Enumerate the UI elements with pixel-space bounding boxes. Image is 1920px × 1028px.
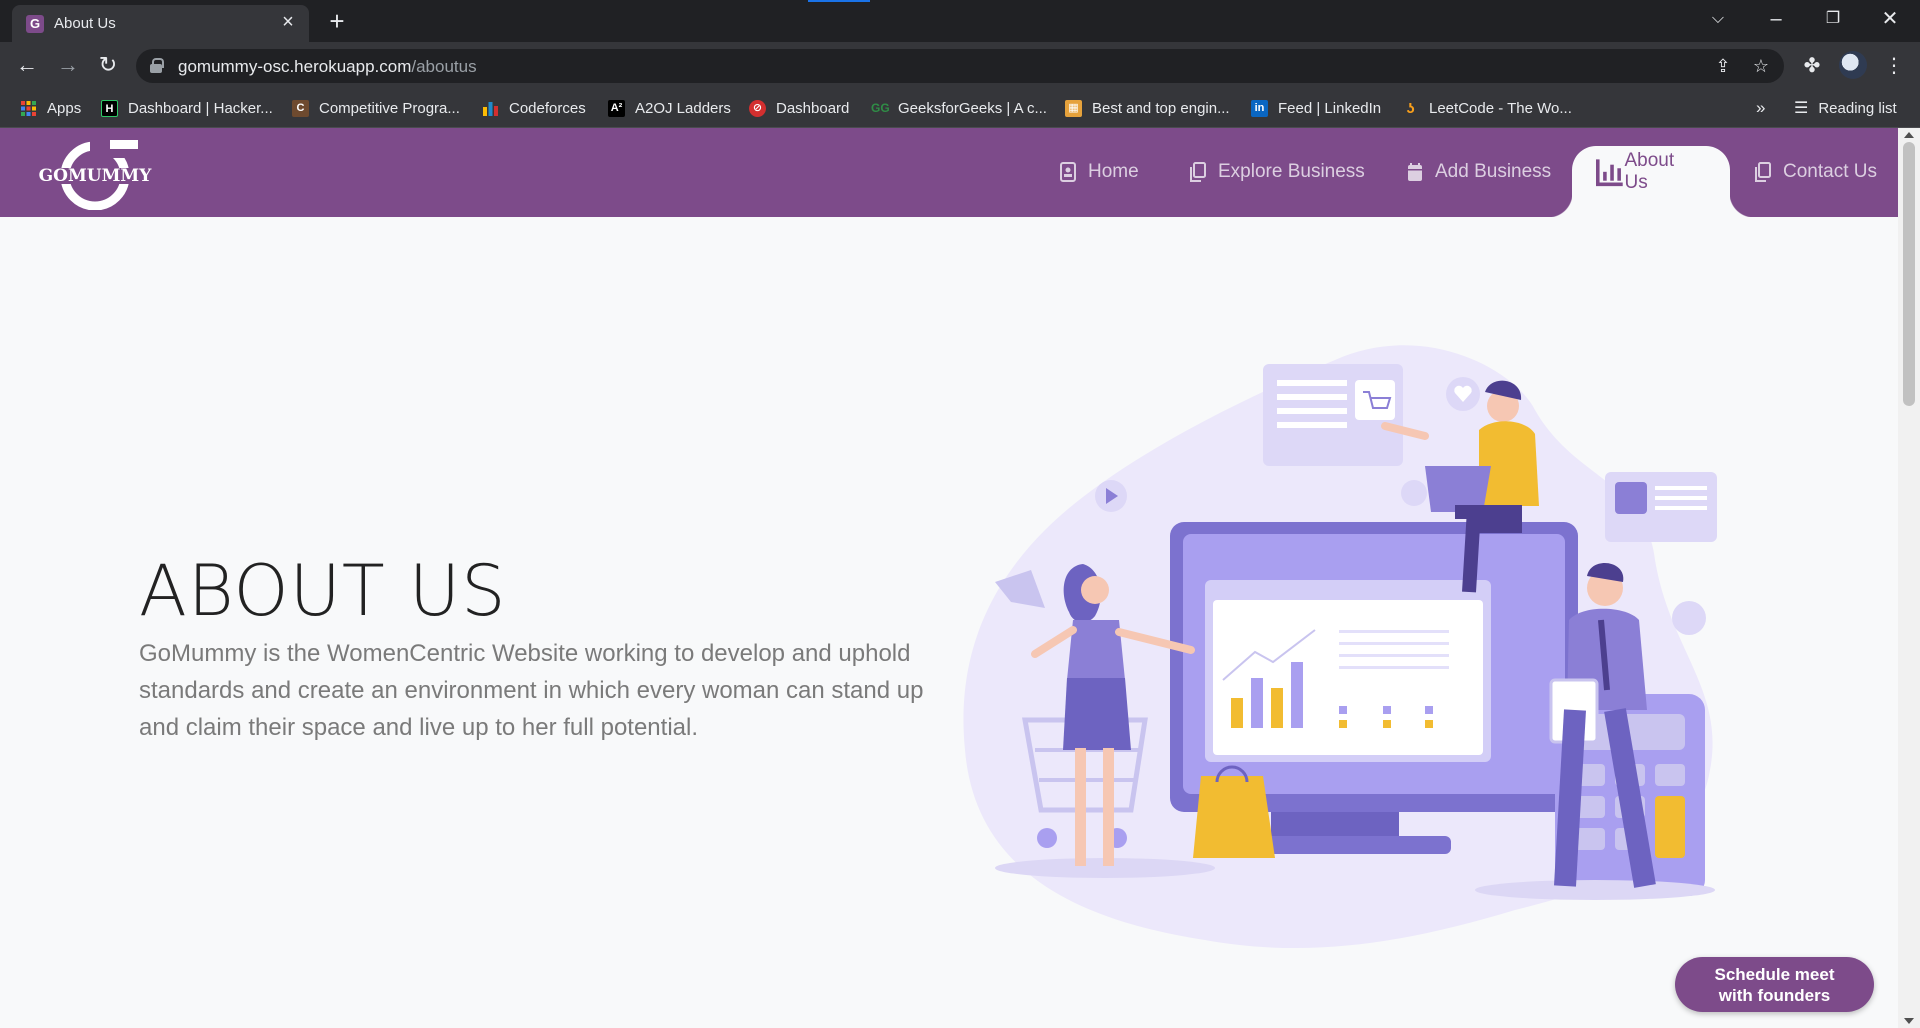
scroll-down-icon[interactable] [1904, 1018, 1914, 1024]
nav-home[interactable]: Home [1060, 146, 1139, 198]
copy-icon [1755, 162, 1771, 182]
minimize-button[interactable]: – [1748, 0, 1804, 42]
about-description: GoMummy is the WomenCentric Website work… [139, 640, 924, 741]
dashboard-icon: ⊘ [749, 99, 766, 117]
bookmark-label: Codeforces [509, 99, 586, 117]
home-icon [1060, 162, 1076, 182]
url-text: gomummy-osc.herokuapp.com/aboutus [178, 57, 477, 76]
bookmarks-bar: Apps H Dashboard | Hacker... C Competiti… [0, 89, 1920, 128]
engineering-icon: ▦ [1065, 99, 1082, 117]
bookmark-label: GeeksforGeeks | A c... [898, 99, 1047, 117]
bookmark-label: A2OJ Ladders [635, 99, 731, 117]
chart-icon [1596, 159, 1623, 187]
calendar-icon [1408, 163, 1422, 181]
address-bar[interactable]: gomummy-osc.herokuapp.com/aboutus ⇪ ☆ [136, 49, 1784, 83]
restore-button[interactable]: ❐ [1805, 0, 1861, 42]
schedule-meet-line1: Schedule meet [1714, 965, 1835, 984]
bookmark-dashboard[interactable]: ⊘ Dashboard [749, 89, 849, 127]
nav-explore-business[interactable]: Explore Business [1190, 146, 1365, 198]
tab-search-icon[interactable]: ⌵ [1690, 0, 1746, 42]
browser-titlebar: G About Us × + ⌵ – ❐ ✕ [0, 0, 1920, 42]
bookmark-label: Competitive Progra... [319, 99, 460, 117]
ecommerce-illustration [963, 345, 1717, 949]
loading-indicator [808, 0, 870, 2]
bookmark-hackerrank[interactable]: H Dashboard | Hacker... [101, 89, 273, 127]
lock-icon[interactable] [150, 58, 164, 73]
menu-icon[interactable]: ⋮ [1878, 50, 1910, 82]
hackerrank-icon: H [101, 99, 118, 117]
bookmark-codechef[interactable]: C Competitive Progra... [292, 89, 460, 127]
back-button[interactable]: ← [11, 50, 43, 82]
close-window-button[interactable]: ✕ [1862, 0, 1918, 42]
new-tab-button[interactable]: + [322, 7, 352, 37]
bookmark-label: Feed | LinkedIn [1278, 99, 1382, 117]
bookmark-label: Best and top engin... [1092, 99, 1230, 117]
forward-button[interactable]: → [52, 50, 84, 82]
bookmarks-overflow-button[interactable]: » [1756, 89, 1765, 127]
apps-grid-icon [21, 100, 36, 116]
site-favicon-icon: G [26, 15, 44, 33]
nav-label: Add Business [1435, 161, 1552, 182]
bookmark-codeforces[interactable]: Codeforces [482, 89, 586, 127]
nav-add-business[interactable]: Add Business [1407, 146, 1551, 198]
tab-title: About Us [54, 15, 116, 32]
bookmark-geeksforgeeks[interactable]: GG GeeksforGeeks | A c... [871, 89, 1047, 127]
reading-list-label: Reading list [1818, 99, 1897, 117]
browser-tab[interactable]: G About Us × [12, 5, 309, 42]
nav-about-us[interactable]: About Us [1548, 146, 1754, 217]
schedule-meet-button[interactable]: Schedule meet with founders [1675, 957, 1874, 1012]
profile-avatar[interactable] [1839, 51, 1867, 79]
reload-button[interactable]: ↻ [92, 50, 124, 82]
bookmark-label: Dashboard [776, 99, 850, 117]
geeksforgeeks-icon: GG [871, 100, 890, 115]
a2oj-icon: A² [608, 99, 625, 117]
logo-text: GOMUMMY [39, 166, 153, 186]
bookmark-label: LeetCode - The Wo... [1429, 99, 1572, 117]
page-scrollbar[interactable] [1898, 128, 1920, 1028]
gomummy-logo[interactable]: GOMUMMY [30, 138, 160, 210]
shopping-bag-icon [1193, 765, 1275, 858]
leetcode-icon: ʖ [1406, 99, 1415, 117]
reading-list-icon: ☰ [1794, 100, 1809, 117]
scrollbar-thumb[interactable] [1903, 142, 1915, 406]
cart-card-icon [1605, 472, 1717, 542]
codechef-icon: C [292, 99, 309, 117]
nav-label: Explore Business [1218, 161, 1365, 182]
bookmark-leetcode[interactable]: ʖ LeetCode - The Wo... [1402, 89, 1572, 127]
bookmark-apps[interactable]: Apps [20, 89, 81, 127]
scroll-up-icon[interactable] [1904, 132, 1914, 138]
codeforces-icon [483, 101, 498, 116]
nav-contact-us[interactable]: Contact Us [1755, 146, 1877, 198]
nav-label: About Us [1624, 150, 1675, 193]
tab-close-icon[interactable]: × [277, 11, 299, 33]
reading-list-button[interactable]: ☰ Reading list [1794, 89, 1897, 127]
extensions-icon[interactable]: ✤ [1796, 50, 1828, 82]
bookmark-label: Apps [47, 99, 82, 117]
share-icon[interactable]: ⇪ [1710, 53, 1736, 79]
bookmark-engineering[interactable]: ▦ Best and top engin... [1065, 89, 1230, 127]
like-bubble-icon [1401, 480, 1427, 506]
like-bubble-icon [1672, 601, 1706, 635]
linkedin-icon: in [1251, 99, 1268, 117]
bookmark-a2oj[interactable]: A² A2OJ Ladders [608, 89, 731, 127]
nav-label: Home [1088, 161, 1139, 182]
nav-label: Contact Us [1783, 161, 1877, 182]
site-navbar: GOMUMMY Home Explore Business Add Busine… [0, 128, 1898, 217]
page-title: ABOUT US [139, 550, 507, 632]
bookmark-linkedin[interactable]: in Feed | LinkedIn [1251, 89, 1381, 127]
bookmark-star-icon[interactable]: ☆ [1748, 53, 1774, 79]
copy-icon [1190, 162, 1206, 182]
product-card-icon [1263, 364, 1403, 466]
browser-toolbar: ← → ↻ gomummy-osc.herokuapp.com/aboutus … [0, 42, 1920, 89]
bookmark-label: Dashboard | Hacker... [128, 99, 273, 117]
schedule-meet-line2: with founders [1718, 986, 1831, 1005]
